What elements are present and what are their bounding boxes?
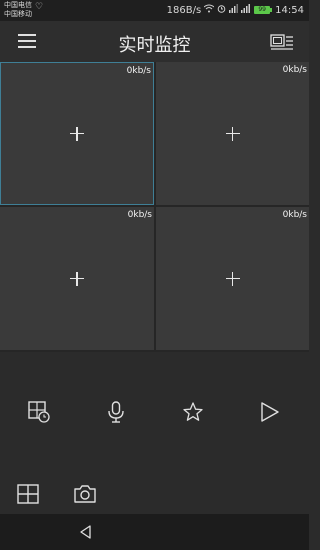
heart-icon: ♡ — [35, 2, 44, 12]
bitrate-label: 0kb/s — [282, 210, 307, 220]
control-bar — [0, 352, 309, 472]
add-camera-icon[interactable] — [70, 271, 84, 286]
app-header: 实时监控 — [0, 21, 309, 62]
microphone-icon[interactable] — [104, 400, 128, 424]
add-camera-icon[interactable] — [70, 126, 84, 141]
carrier-1: 中国电信 — [4, 1, 32, 9]
system-nav-bar — [0, 514, 309, 550]
video-cell-4[interactable]: 0kb/s — [156, 207, 309, 350]
video-cell-3[interactable]: 0kb/s — [0, 207, 154, 350]
net-speed: 186B/s — [166, 4, 202, 16]
page-title: 实时监控 — [118, 35, 191, 56]
battery-indicator: 99 — [254, 6, 273, 14]
back-triangle-icon[interactable] — [78, 524, 94, 540]
carrier-info: 中国电信 中国移动 ♡ — [4, 1, 43, 19]
wifi-icon — [203, 4, 215, 16]
video-cell-2[interactable]: 0kb/s — [156, 62, 309, 205]
add-camera-icon[interactable] — [225, 126, 240, 141]
bitrate-label: 0kb/s — [127, 210, 152, 220]
camera-snapshot-icon[interactable] — [73, 483, 97, 505]
clock: 14:54 — [275, 4, 304, 16]
playback-grid-icon[interactable] — [27, 400, 51, 424]
star-icon[interactable] — [181, 400, 205, 424]
video-cell-1[interactable]: 0kb/s — [0, 62, 154, 205]
device-list-icon[interactable] — [270, 33, 294, 51]
bottom-toolbar — [0, 472, 309, 514]
alarm-icon — [217, 4, 226, 16]
play-icon[interactable] — [257, 400, 281, 424]
add-camera-icon[interactable] — [225, 271, 240, 286]
status-bar: 中国电信 中国移动 ♡ 186B/s 99 14:54 — [0, 0, 309, 21]
video-grid: 0kb/s 0kb/s 0kb/s 0kb/s — [0, 62, 309, 352]
bitrate-label: 0kb/s — [126, 66, 151, 76]
status-indicators: 186B/s 99 14:54 — [167, 3, 304, 17]
signal-icon — [229, 4, 251, 16]
split-screen-icon[interactable] — [16, 483, 40, 505]
carrier-2: 中国移动 — [4, 10, 32, 18]
bitrate-label: 0kb/s — [282, 65, 307, 75]
